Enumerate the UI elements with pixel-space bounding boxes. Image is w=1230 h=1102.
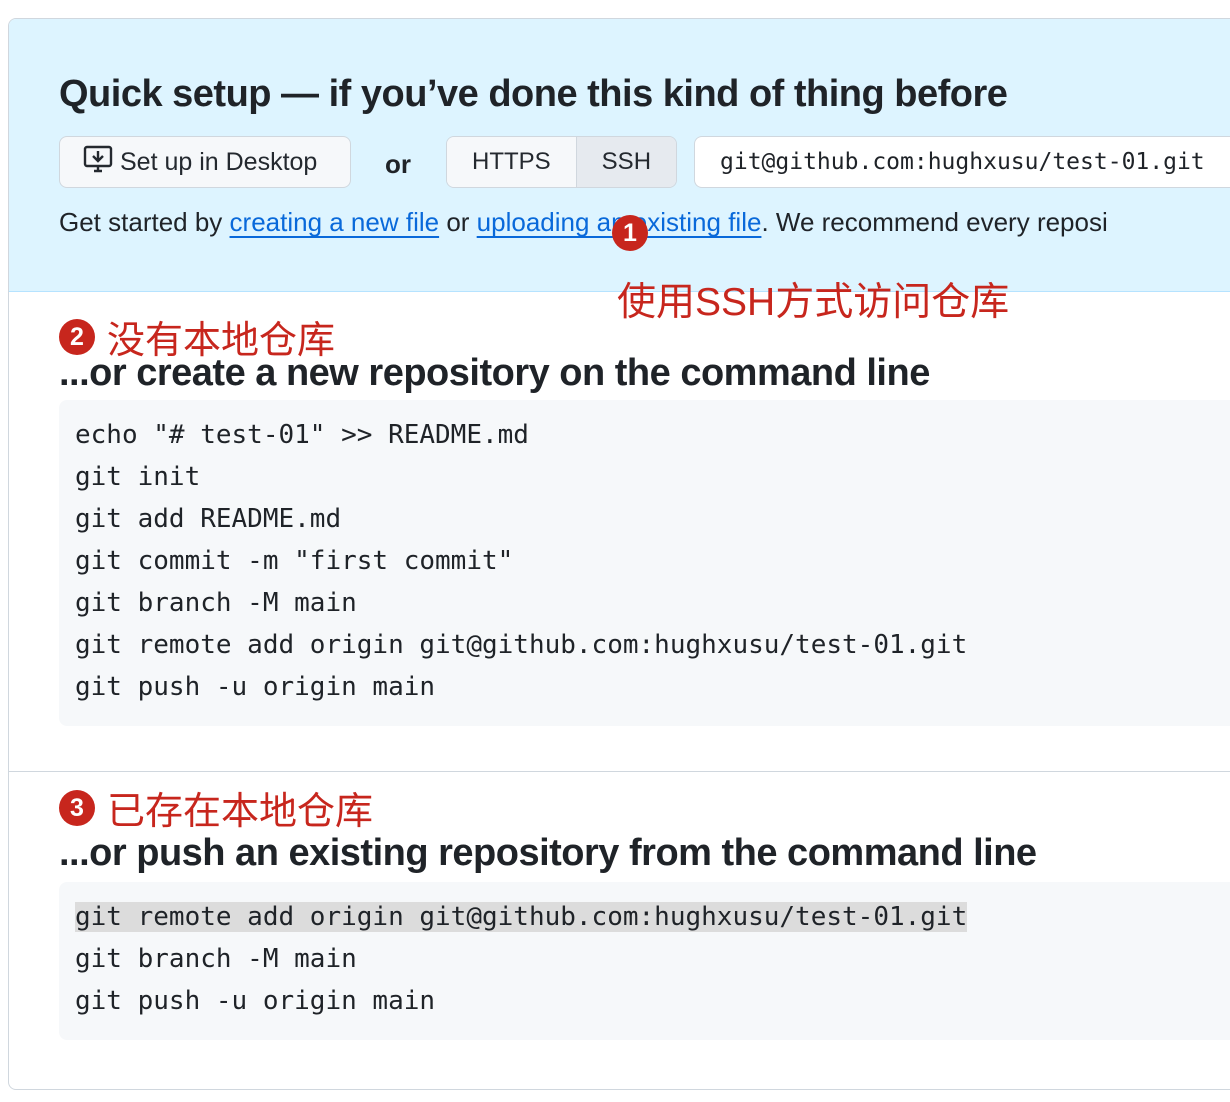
clone-url-input[interactable] bbox=[694, 136, 1230, 188]
quick-setup-title: Quick setup — if you’ve done this kind o… bbox=[59, 73, 1008, 115]
new-repo-section: 2 没有本地仓库 ...or create a new repository o… bbox=[9, 292, 1230, 772]
new-repo-code-block[interactable]: echo "# test-01" >> README.md git init g… bbox=[59, 400, 1230, 726]
code-line: git remote add origin git@github.com:hug… bbox=[75, 630, 968, 660]
code-line: git commit -m "first commit" bbox=[75, 546, 514, 576]
or-label: or bbox=[385, 149, 411, 179]
code-line-selected[interactable]: git remote add origin git@github.com:hug… bbox=[75, 896, 1230, 938]
protocol-toggle: HTTPS SSH bbox=[446, 136, 678, 188]
repo-setup-panel: Quick setup — if you’ve done this kind o… bbox=[8, 18, 1230, 1090]
annotation-badge-1: 1 bbox=[612, 215, 648, 251]
code-line: git push -u origin main bbox=[75, 986, 436, 1016]
https-tab[interactable]: HTTPS bbox=[447, 137, 577, 187]
get-started-prefix: Get started by bbox=[59, 207, 230, 237]
code-line: git branch -M main bbox=[75, 588, 357, 618]
new-repo-title: ...or create a new repository on the com… bbox=[59, 352, 930, 394]
code-line: git add README.md bbox=[75, 504, 342, 534]
push-existing-title: ...or push an existing repository from t… bbox=[59, 832, 1037, 874]
desktop-download-icon bbox=[82, 143, 120, 182]
get-started-text: Get started by creating a new file or up… bbox=[59, 207, 1108, 238]
push-existing-code-block[interactable]: git remote add origin git@github.com:hug… bbox=[59, 882, 1230, 1040]
code-line: echo "# test-01" >> README.md bbox=[75, 420, 529, 450]
annotation-badge-3: 3 bbox=[59, 789, 95, 826]
get-started-suffix: . We recommend every reposi bbox=[761, 207, 1108, 237]
setup-desktop-label: Set up in Desktop bbox=[120, 147, 318, 176]
setup-desktop-button[interactable]: Set up in Desktop bbox=[59, 136, 351, 188]
code-line: git init bbox=[75, 462, 201, 492]
annotation-badge-2: 2 bbox=[59, 318, 95, 355]
create-new-file-link[interactable]: creating a new file bbox=[230, 207, 440, 237]
annotation-existing-local-repo: 3 已存在本地仓库 bbox=[59, 780, 373, 835]
push-existing-section: 3 已存在本地仓库 ...or push an existing reposit… bbox=[9, 772, 1230, 1089]
code-line: git push -u origin main bbox=[75, 672, 436, 702]
selected-code-text: git remote add origin git@github.com:hug… bbox=[75, 902, 968, 932]
code-line: git branch -M main bbox=[75, 944, 357, 974]
ssh-tab[interactable]: SSH bbox=[576, 137, 677, 187]
quick-setup-section: Quick setup — if you’ve done this kind o… bbox=[9, 19, 1230, 324]
get-started-middle: or bbox=[439, 207, 477, 237]
annotation-existing-local-repo-text: 已存在本地仓库 bbox=[107, 791, 374, 833]
